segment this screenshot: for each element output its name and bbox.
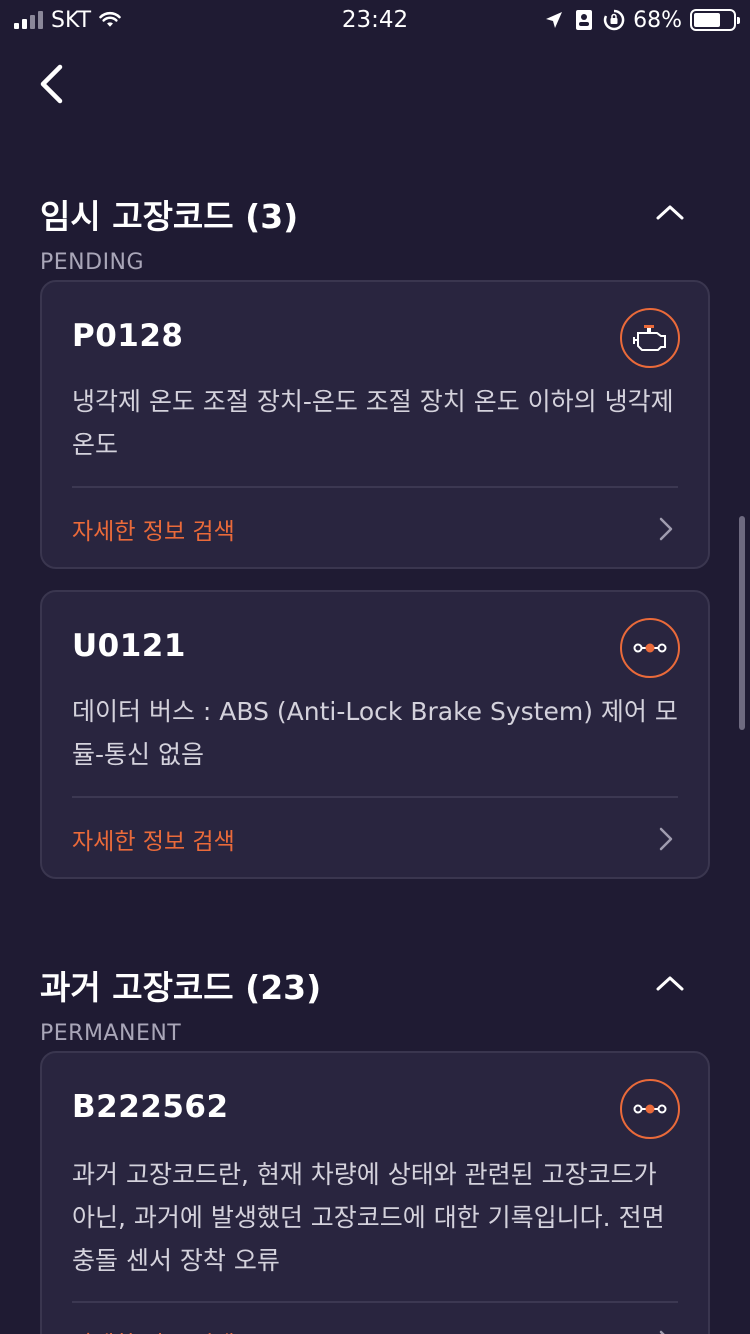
dtc-code: U0121 [72, 628, 186, 664]
dtc-description: 냉각제 온도 조절 장치-온도 조절 장치 온도 이하의 냉각제 온도 [72, 387, 674, 459]
divider [72, 796, 678, 798]
signal-icon [14, 11, 43, 29]
more-info-label: 자세한 정보 검색 [72, 1325, 235, 1334]
scrollbar[interactable] [739, 516, 745, 730]
more-info-link[interactable]: 자세한 정보 검색 [72, 822, 678, 856]
section-subtitle: PERMANENT [40, 1021, 182, 1046]
wifi-icon [99, 9, 121, 31]
status-bar: SKT 23:42 68% [0, 0, 750, 40]
pending-section-header: 임시 고장코드 (3) PENDING [40, 190, 710, 275]
battery-icon [690, 9, 740, 31]
collapse-button[interactable] [652, 965, 688, 1001]
chevron-right-icon [654, 1330, 678, 1334]
section-title: 임시 고장코드 (3) [40, 197, 299, 236]
id-card-icon [573, 9, 595, 31]
carrier-label: SKT [51, 7, 92, 33]
dtc-card[interactable]: B222562 과거 고장코드란, 현재 차량에 상태와 관련된 고장코드가 아… [40, 1051, 710, 1334]
permanent-section-header: 과거 고장코드 (23) PERMANENT [40, 961, 710, 1046]
engine-icon [620, 308, 680, 368]
battery-fill [694, 13, 720, 27]
section-subtitle: PENDING [40, 250, 145, 275]
network-bus-icon [620, 1079, 680, 1139]
dtc-card[interactable]: P0128 냉각제 온도 조절 장치-온도 조절 장치 온도 이하의 냉각제 온… [40, 280, 710, 569]
divider [72, 1301, 678, 1303]
dtc-code: B222562 [72, 1089, 229, 1125]
dtc-card[interactable]: U0121 데이터 버스 : ABS (Anti-Lock Brake Syst… [40, 590, 710, 879]
status-left: SKT [14, 8, 121, 33]
more-info-link[interactable]: 자세한 정보 검색 [72, 512, 678, 546]
more-info-label: 자세한 정보 검색 [72, 829, 235, 855]
chevron-right-icon [654, 517, 678, 541]
status-right: 68% [543, 7, 740, 33]
chevron-up-icon [656, 205, 684, 220]
dtc-description: 과거 고장코드란, 현재 차량에 상태와 관련된 고장코드가 아닌, 과거에 발… [72, 1160, 665, 1275]
collapse-button[interactable] [652, 194, 688, 230]
battery-percent: 68% [633, 7, 682, 33]
dtc-code: P0128 [72, 318, 184, 354]
rotation-lock-icon [603, 9, 625, 31]
back-button[interactable] [36, 60, 76, 108]
more-info-label: 자세한 정보 검색 [72, 519, 235, 545]
chevron-up-icon [656, 976, 684, 991]
section-title: 과거 고장코드 (23) [40, 968, 322, 1007]
chevron-right-icon [654, 827, 678, 851]
location-arrow-icon [543, 9, 565, 31]
dtc-description: 데이터 버스 : ABS (Anti-Lock Brake System) 제어… [72, 697, 678, 769]
more-info-link[interactable]: 자세한 정보 검색 [72, 1325, 678, 1334]
network-bus-icon [620, 618, 680, 678]
chevron-left-icon [40, 64, 63, 104]
divider [72, 486, 678, 488]
